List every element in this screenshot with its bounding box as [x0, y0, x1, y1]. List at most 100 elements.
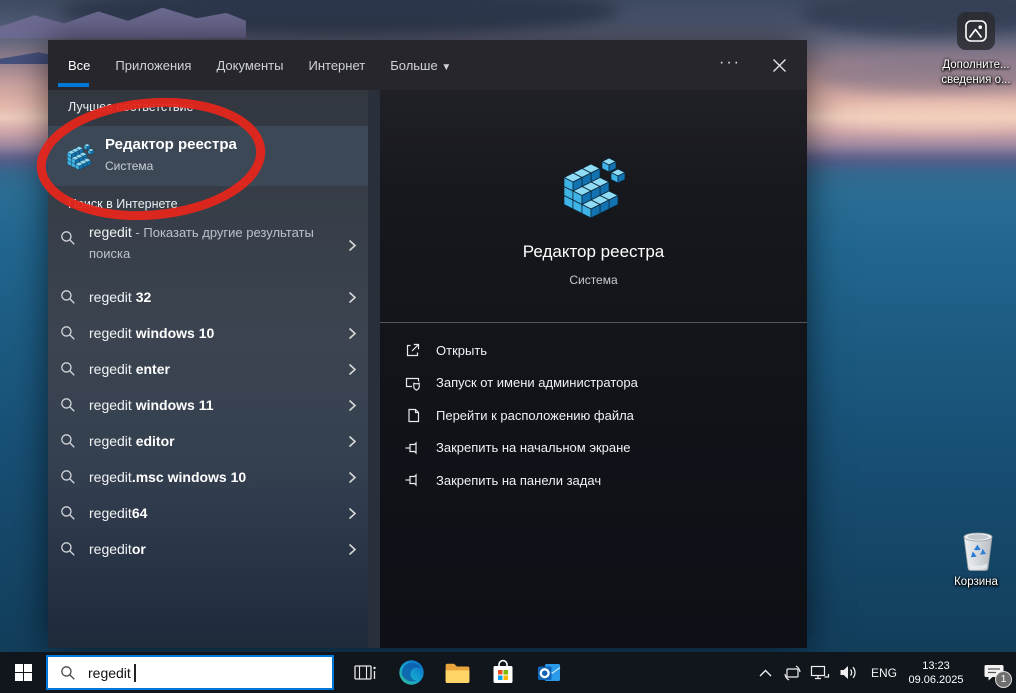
- search-suggestion[interactable]: regedit enter: [48, 351, 371, 387]
- tab-apps[interactable]: Приложения: [115, 58, 191, 73]
- search-suggestion[interactable]: regedit - Показать другие результаты пои…: [48, 222, 371, 279]
- tray-network-button[interactable]: [806, 652, 834, 693]
- search-suggestion[interactable]: regedit editor: [48, 423, 371, 459]
- network-icon: [810, 664, 830, 681]
- search-flyout: Все Приложения Документы Интернет Больше…: [48, 40, 807, 648]
- regedit-icon: [66, 142, 94, 170]
- windows-logo-icon: [15, 664, 32, 681]
- taskbar-app-file-explorer[interactable]: [434, 652, 480, 693]
- chevron-right-icon: [348, 239, 357, 252]
- action-open[interactable]: Открыть: [404, 334, 784, 367]
- search-suggestion[interactable]: regedit windows 10: [48, 315, 371, 351]
- best-match-subtitle: Система: [105, 159, 153, 173]
- action-center-button[interactable]: 1: [972, 652, 1016, 693]
- search-icon: [60, 397, 76, 413]
- task-view-button[interactable]: [342, 652, 388, 693]
- tray-cast-button[interactable]: [778, 652, 806, 693]
- search-suggestions-list: regedit - Показать другие результаты пои…: [48, 222, 371, 567]
- action-open-file-location[interactable]: Перейти к расположению файла: [404, 399, 784, 432]
- recycle-bin[interactable]: [956, 528, 1000, 574]
- cast-icon: [783, 664, 802, 682]
- tray-volume-button[interactable]: [834, 652, 864, 693]
- start-button[interactable]: [0, 652, 46, 693]
- taskbar-app-store[interactable]: [480, 652, 526, 693]
- search-suggestion[interactable]: regeditor: [48, 531, 371, 567]
- results-column: Лучшее соответствие Редактор реестра Сис…: [48, 90, 371, 648]
- screen: Дополните... сведения о... Корзина Все П…: [0, 0, 1016, 693]
- desktop-shortcut-info[interactable]: [957, 12, 995, 50]
- chevron-up-icon: [759, 669, 772, 677]
- search-icon: [60, 289, 76, 305]
- tab-more[interactable]: Больше ▼: [390, 58, 451, 73]
- action-run-as-admin[interactable]: Запуск от имени администратора: [404, 367, 784, 400]
- notification-badge: 1: [995, 671, 1012, 688]
- search-suggestion[interactable]: regedit64: [48, 495, 371, 531]
- close-button[interactable]: [765, 52, 793, 78]
- search-icon: [60, 325, 76, 341]
- column-divider: [368, 90, 380, 648]
- search-suggestion[interactable]: regedit windows 11: [48, 387, 371, 423]
- chevron-right-icon: [348, 471, 357, 484]
- chevron-right-icon: [348, 291, 357, 304]
- web-search-header: Поиск в Интернете: [68, 197, 178, 211]
- preview-actions: Открыть Запуск от имени администратора П…: [404, 334, 784, 497]
- chevron-right-icon: [348, 363, 357, 376]
- taskbar: ENG 13:23 09.06.2025 1: [0, 652, 1016, 693]
- clock-time: 13:23: [908, 659, 963, 673]
- search-icon: [60, 433, 76, 449]
- file-location-icon: [404, 406, 422, 424]
- action-pin-to-taskbar[interactable]: Закрепить на панели задач: [404, 464, 784, 497]
- chevron-right-icon: [348, 327, 357, 340]
- chevron-right-icon: [348, 399, 357, 412]
- outlook-icon: [536, 659, 563, 686]
- chevron-right-icon: [348, 507, 357, 520]
- text-caret: [134, 664, 136, 682]
- regedit-icon: [561, 154, 625, 218]
- best-match-header: Лучшее соответствие: [68, 100, 193, 114]
- desktop-shortcut-info-label: Дополните... сведения о...: [918, 58, 1016, 88]
- pin-taskbar-icon: [404, 471, 422, 489]
- tab-all[interactable]: Все: [68, 58, 90, 73]
- more-options-button[interactable]: ···: [715, 54, 745, 76]
- search-suggestion[interactable]: regedit.msc windows 10: [48, 459, 371, 495]
- recycle-bin-icon: [956, 528, 1000, 574]
- taskbar-search-input[interactable]: [86, 664, 290, 682]
- best-match-title: Редактор реестра: [105, 136, 237, 153]
- action-pin-to-start[interactable]: Закрепить на начальном экране: [404, 432, 784, 465]
- taskbar-search-box[interactable]: [46, 655, 334, 690]
- search-suggestion[interactable]: regedit 32: [48, 279, 371, 315]
- search-icon: [60, 230, 76, 246]
- picture-icon: [963, 18, 989, 44]
- language-indicator[interactable]: ENG: [864, 652, 904, 693]
- tab-web[interactable]: Интернет: [308, 58, 365, 73]
- preview-subtitle: Система: [380, 273, 807, 287]
- recycle-bin-label: Корзина: [930, 575, 1016, 590]
- taskbar-clock[interactable]: 13:23 09.06.2025: [904, 652, 968, 693]
- task-view-icon: [353, 662, 377, 684]
- clock-date: 09.06.2025: [908, 673, 963, 687]
- search-icon: [60, 665, 76, 681]
- chevron-right-icon: [348, 435, 357, 448]
- close-icon: [772, 58, 787, 73]
- search-icon: [60, 505, 76, 521]
- tray-expand-button[interactable]: [752, 652, 778, 693]
- search-icon: [60, 541, 76, 557]
- admin-shield-icon: [404, 374, 422, 392]
- preview-pane: Редактор реестра Система Открыть Зап: [380, 90, 807, 648]
- chevron-down-icon: ▼: [441, 62, 451, 73]
- tab-documents[interactable]: Документы: [216, 58, 283, 73]
- open-icon: [404, 341, 422, 359]
- best-match-item[interactable]: Редактор реестра Система: [48, 126, 371, 186]
- store-icon: [490, 659, 516, 686]
- search-icon: [60, 469, 76, 485]
- file-explorer-icon: [444, 660, 471, 685]
- volume-icon: [839, 664, 859, 681]
- preview-divider: [380, 322, 807, 323]
- taskbar-app-outlook[interactable]: [526, 652, 572, 693]
- taskbar-app-edge[interactable]: [388, 652, 434, 693]
- system-tray: ENG 13:23 09.06.2025 1: [752, 652, 1016, 693]
- edge-icon: [398, 659, 425, 686]
- chevron-right-icon: [348, 543, 357, 556]
- search-icon: [60, 361, 76, 377]
- pin-start-icon: [404, 439, 422, 457]
